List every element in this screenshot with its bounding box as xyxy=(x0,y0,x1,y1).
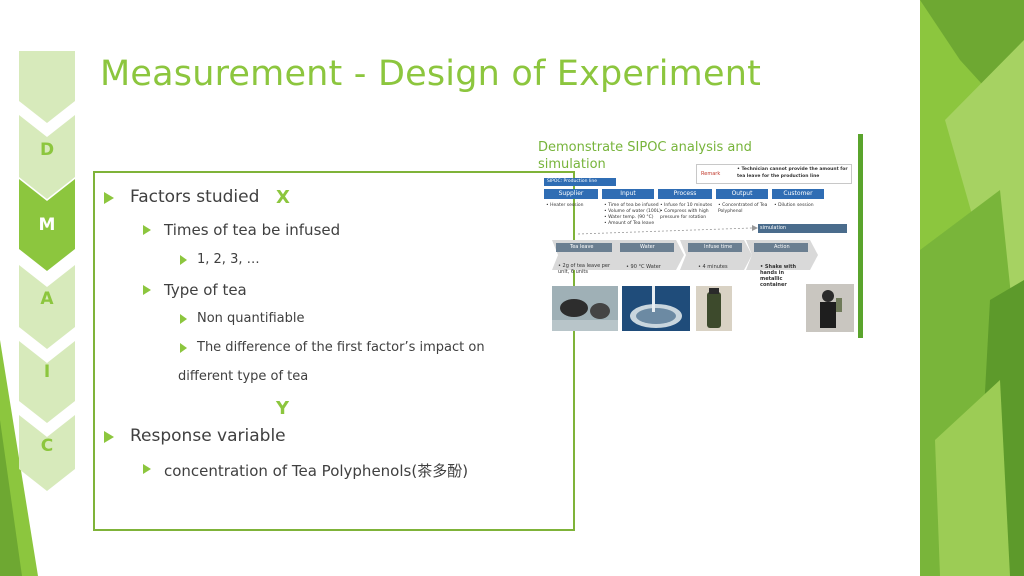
step-detail: • 90 °C Water xyxy=(626,264,661,270)
water-photo xyxy=(622,286,690,331)
step-detail: • 4 minutes xyxy=(698,264,728,270)
dmaic-a: A xyxy=(40,289,54,309)
bullet-arrow-icon xyxy=(180,343,187,353)
step-label: Action xyxy=(774,244,790,250)
response-y-marker: Y xyxy=(276,398,290,419)
response-variable-value: concentration of Tea Polyphenols(茶多酚) xyxy=(164,462,469,480)
response-variable-label: Response variable xyxy=(130,426,286,446)
slide-title: Measurement - Design of Experiment xyxy=(100,54,762,94)
factor-x-marker: X xyxy=(276,187,290,208)
dmaic-c: C xyxy=(40,436,54,456)
infuse-container-photo xyxy=(696,286,732,331)
bullet-arrow-icon xyxy=(143,464,151,474)
tea-leave-photo xyxy=(552,286,618,331)
factor-type-of-tea: Type of tea xyxy=(164,281,247,299)
factor-times-values: 1, 2, 3, … xyxy=(197,252,260,267)
factor-type-note: Non quantifiable xyxy=(197,311,305,326)
factor-times-infused: Times of tea be infused xyxy=(164,221,341,239)
step-detail: container xyxy=(760,282,787,288)
dmaic-m-active: M xyxy=(38,215,56,235)
step-detail: unit, 6 units xyxy=(558,269,588,275)
dmaic-i: I xyxy=(43,362,51,382)
bullet-arrow-icon xyxy=(143,225,151,235)
simulation-label: simulation xyxy=(760,225,787,231)
factors-studied-label: Factors studied xyxy=(130,187,260,207)
bullet-arrow-icon xyxy=(104,192,114,204)
factor-type-description-line1: The difference of the first factor’s imp… xyxy=(197,340,485,355)
bullet-arrow-icon xyxy=(143,285,151,295)
action-person-photo xyxy=(806,284,854,332)
step-label: Tea leave xyxy=(570,244,594,250)
bullet-arrow-icon xyxy=(180,255,187,265)
dmaic-chevrons xyxy=(19,51,75,491)
bullet-arrow-icon xyxy=(180,314,187,324)
sipoc-diagram-image: Remark • Technician cannot provide the a… xyxy=(538,130,864,340)
bullet-arrow-icon xyxy=(104,431,114,443)
step-label: Infuse time xyxy=(704,244,733,250)
simulation-bar: simulation xyxy=(758,224,847,233)
step-label: Water xyxy=(640,244,655,250)
dmaic-navigation: D M A I C xyxy=(19,51,75,491)
factor-type-description-line2: different type of tea xyxy=(178,369,309,384)
dmaic-d: D xyxy=(39,140,55,160)
